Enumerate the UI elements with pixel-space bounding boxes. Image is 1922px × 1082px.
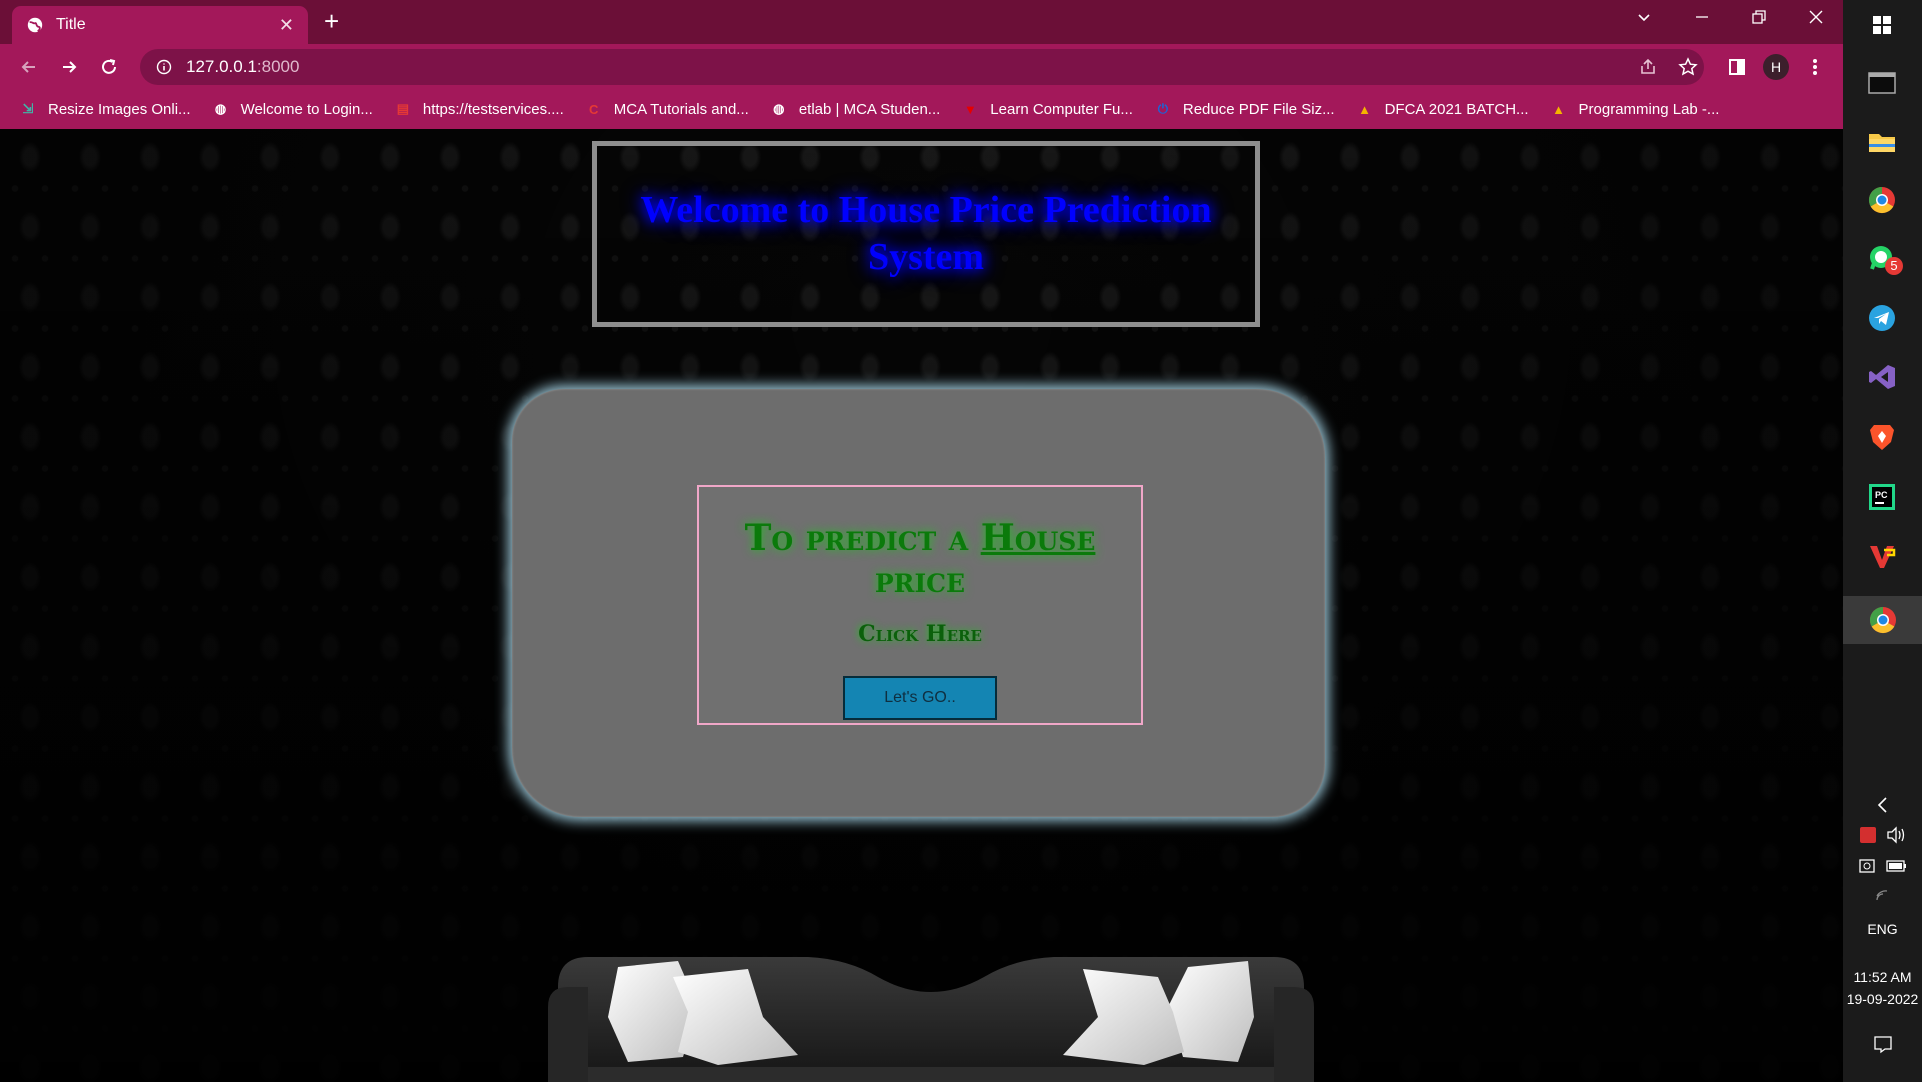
- bookmark-label: Resize Images Onli...: [48, 100, 191, 118]
- tray-row-2: [1843, 857, 1922, 875]
- bookmark-label: Learn Computer Fu...: [990, 100, 1133, 118]
- bookmarks-bar: ⇲ Resize Images Onli... ◍ Welcome to Login.…: [0, 89, 1843, 129]
- acrobat-icon[interactable]: [1859, 827, 1876, 844]
- browser-window: Title ✕ + 127.0.0.1:8000 H ⇲ Resize Imag…: [0, 0, 1843, 1082]
- resize-icon: ⇲: [22, 101, 34, 116]
- power-icon: ⏻: [1157, 101, 1169, 116]
- bookmark-item[interactable]: ⏻ Reduce PDF File Siz...: [1153, 99, 1335, 119]
- brave-icon[interactable]: [1863, 418, 1901, 456]
- bookmark-label: https://testservices....: [422, 100, 564, 118]
- close-window-icon[interactable]: [1808, 8, 1824, 30]
- browser-toolbar: 127.0.0.1:8000 H: [0, 44, 1843, 89]
- prediction-panel: To predict a House price Click Here Let'…: [697, 485, 1143, 725]
- notifications-icon[interactable]: [1843, 1034, 1922, 1057]
- clock-date[interactable]: 19-09-2022: [1843, 991, 1922, 1007]
- vivaldi-like-icon[interactable]: [1863, 537, 1901, 575]
- globe-icon: ◍: [214, 101, 227, 116]
- page-viewport: Welcome to House Price Prediction System…: [0, 129, 1843, 1082]
- sync-icon[interactable]: [1858, 857, 1878, 875]
- bookmark-label: Reduce PDF File Siz...: [1182, 100, 1335, 118]
- bookmark-item[interactable]: ▲ DFCA 2021 BATCH...: [1355, 99, 1529, 119]
- minimize-icon[interactable]: [1694, 8, 1710, 30]
- lets-go-button[interactable]: Let's GO..: [843, 676, 997, 720]
- windows-start-icon[interactable]: [1863, 6, 1901, 44]
- new-tab-icon[interactable]: +: [324, 8, 339, 34]
- tab-search-icon[interactable]: [1636, 8, 1652, 30]
- telegram-icon[interactable]: [1863, 299, 1901, 337]
- header-banner: Welcome to House Price Prediction System: [592, 141, 1260, 327]
- v-logo-icon: ▼: [963, 101, 977, 117]
- show-hidden-icons-chevron-icon[interactable]: [1843, 796, 1922, 817]
- reload-icon[interactable]: [94, 52, 124, 82]
- battery-icon[interactable]: [1885, 859, 1908, 873]
- bookmark-label: MCA Tutorials and...: [613, 100, 749, 118]
- page-title: Welcome to House Price Prediction System: [640, 189, 1212, 278]
- c-logo-icon: C: [589, 101, 599, 117]
- visual-studio-icon[interactable]: [1863, 358, 1901, 396]
- forward-icon[interactable]: [54, 52, 84, 82]
- notification-badge: 5: [1885, 257, 1903, 275]
- house-word: House: [980, 517, 1096, 559]
- address-bar[interactable]: 127.0.0.1:8000: [140, 49, 1704, 85]
- side-panel-icon[interactable]: [1722, 52, 1752, 82]
- bookmark-item[interactable]: C MCA Tutorials and...: [584, 99, 749, 119]
- drive-icon: ▲: [1552, 101, 1565, 117]
- bookmark-item[interactable]: ▼ Learn Computer Fu...: [960, 99, 1133, 119]
- chrome-icon[interactable]: [1863, 181, 1901, 219]
- file-explorer-icon[interactable]: [1863, 123, 1901, 161]
- tray-row-1: [1843, 826, 1922, 844]
- share-icon[interactable]: [1633, 52, 1663, 82]
- bookmark-item[interactable]: ◍ etlab | MCA Studen...: [769, 99, 940, 119]
- bookmark-label: Welcome to Login...: [240, 100, 373, 118]
- bookmark-item[interactable]: ◍ Welcome to Login...: [211, 99, 373, 119]
- tab-close-icon[interactable]: ✕: [279, 15, 294, 36]
- wifi-icon[interactable]: [1843, 888, 1922, 905]
- bookmark-star-icon[interactable]: [1673, 52, 1703, 82]
- bookmark-label: Programming Lab -...: [1578, 100, 1720, 118]
- bookmark-label: DFCA 2021 BATCH...: [1384, 100, 1529, 118]
- globe-icon: ◍: [773, 101, 785, 116]
- language-indicator[interactable]: ENG: [1843, 921, 1922, 937]
- pycharm-icon[interactable]: PC: [1863, 478, 1901, 516]
- bookmark-item[interactable]: ⇲ Resize Images Onli...: [18, 99, 191, 119]
- predict-heading: To predict a House price: [744, 517, 1096, 601]
- clock-time[interactable]: 11:52 AM: [1843, 969, 1922, 985]
- bookmark-item[interactable]: ▲ Programming Lab -...: [1549, 99, 1720, 119]
- browser-tab[interactable]: Title ✕: [12, 6, 308, 44]
- volume-icon[interactable]: [1886, 826, 1906, 844]
- profile-avatar[interactable]: H: [1761, 52, 1791, 82]
- globe-icon: [27, 17, 43, 33]
- bookmark-label: etlab | MCA Studen...: [798, 100, 941, 118]
- windows-taskbar: 5 PC ENG 11:52 AM 19-09-2022: [1843, 0, 1922, 1082]
- svg-text:PC: PC: [1875, 490, 1888, 500]
- back-icon[interactable]: [14, 52, 44, 82]
- tab-title: Title: [56, 16, 86, 33]
- prediction-card: To predict a House price Click Here Let'…: [512, 389, 1325, 817]
- chrome-active-icon[interactable]: [1843, 596, 1922, 644]
- sofa-image: [548, 957, 1314, 1082]
- menu-kebab-icon[interactable]: [1800, 52, 1830, 82]
- title-bar: Title ✕ +: [0, 0, 1843, 44]
- drive-icon: ▲: [1358, 101, 1372, 117]
- whatsapp-icon[interactable]: 5: [1863, 239, 1903, 277]
- click-here-label: Click Here: [858, 621, 982, 647]
- site-info-icon[interactable]: [156, 59, 172, 75]
- restore-icon[interactable]: [1751, 8, 1767, 30]
- url-text: 127.0.0.1:8000: [186, 57, 300, 76]
- terminal-icon[interactable]: [1863, 64, 1901, 102]
- bookmark-item[interactable]: ▤ https://testservices....: [393, 99, 564, 119]
- doc-icon: ▤: [396, 101, 409, 116]
